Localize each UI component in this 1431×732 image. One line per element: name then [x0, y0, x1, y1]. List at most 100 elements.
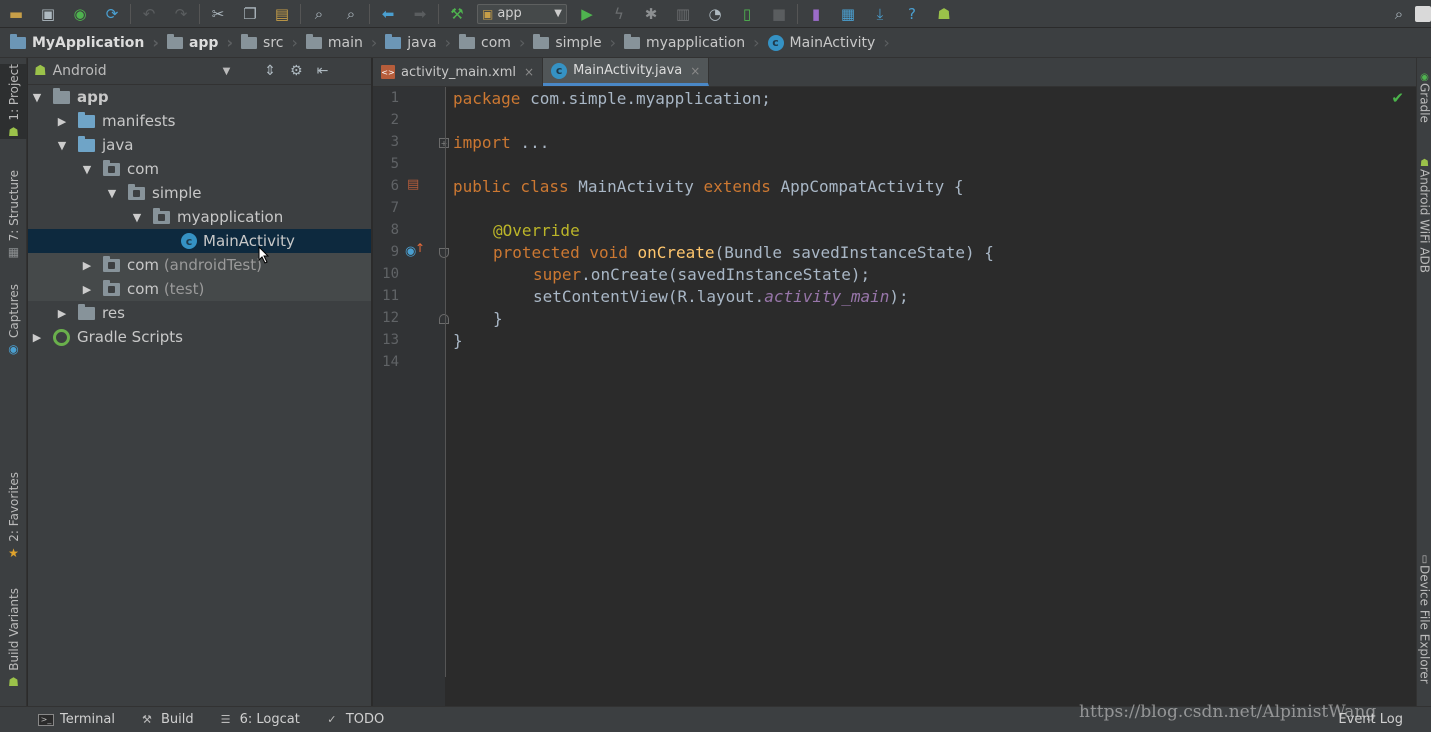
- avd-manager-icon[interactable]: ▮: [800, 2, 832, 26]
- expand-arrow-icon[interactable]: ▼: [56, 139, 68, 152]
- tree-item-com-test[interactable]: ▶ com (test): [28, 277, 371, 301]
- hide-panel-icon[interactable]: ⇤: [317, 63, 329, 79]
- gear-icon[interactable]: ⚙: [290, 63, 303, 79]
- tab-activity-main-xml[interactable]: <> activity_main.xml ×: [373, 58, 544, 86]
- package-icon: [103, 255, 120, 272]
- collapsed-arrow-icon[interactable]: ▶: [81, 259, 93, 272]
- project-view-select[interactable]: Android: [53, 63, 223, 79]
- breadcrumb-label: java: [407, 34, 437, 51]
- status-item-label: Build: [160, 712, 194, 727]
- help-icon[interactable]: ?: [896, 2, 928, 26]
- tab-structure[interactable]: 7: Structure ▦: [0, 170, 27, 259]
- back-icon[interactable]: ⬅: [372, 2, 404, 26]
- line-number: 10: [382, 266, 399, 282]
- breadcrumb-com[interactable]: com ›: [459, 33, 525, 52]
- collapsed-arrow-icon[interactable]: ▶: [56, 115, 68, 128]
- package-icon: [103, 279, 120, 296]
- source-folder-icon: [78, 135, 95, 152]
- expand-arrow-icon[interactable]: ▼: [131, 211, 143, 224]
- collapsed-arrow-icon[interactable]: ▶: [56, 307, 68, 320]
- cut-icon[interactable]: ✂: [202, 2, 234, 26]
- profile-icon[interactable]: ◔: [699, 2, 731, 26]
- breadcrumb-myapplication[interactable]: myapplication ›: [623, 33, 760, 52]
- tab-favorites[interactable]: 2: Favorites ★: [0, 472, 27, 560]
- paste-icon[interactable]: ▤: [266, 2, 298, 26]
- tab-mainactivity-java[interactable]: c MainActivity.java ×: [543, 58, 710, 86]
- redo-icon[interactable]: ↷: [165, 2, 197, 26]
- breadcrumb-class[interactable]: c MainActivity ›: [767, 33, 890, 52]
- breadcrumb-simple[interactable]: simple ›: [533, 33, 616, 52]
- tree-item-com-androidtest[interactable]: ▶ com (androidTest): [28, 253, 371, 277]
- refresh-icon[interactable]: ⟳: [96, 2, 128, 26]
- android-icon[interactable]: ☗: [928, 2, 960, 26]
- tree-item-com[interactable]: ▼ com: [28, 157, 371, 181]
- keyword: public class: [453, 177, 569, 196]
- forward-icon[interactable]: ➡: [404, 2, 436, 26]
- tree-item-gradle-scripts[interactable]: ▶ Gradle Scripts: [28, 325, 371, 349]
- project-structure-icon[interactable]: ▦: [832, 2, 864, 26]
- tab-android-wifi-adb[interactable]: ☗ Android WiFi ADB: [1417, 158, 1431, 273]
- undo-icon[interactable]: ↶: [133, 2, 165, 26]
- tree-item-label: app: [77, 88, 109, 106]
- tab-gradle[interactable]: ◉ Gradle: [1417, 72, 1431, 123]
- tree-item-myapplication[interactable]: ▼ myapplication: [28, 205, 371, 229]
- tree-item-app[interactable]: ▼ app: [28, 85, 371, 109]
- collapsed-arrow-icon[interactable]: ▶: [31, 331, 43, 344]
- code-editor[interactable]: 1 2 3 5 6 7 8 9 10 11 12 13 14 ▤ ◉ ↑ + ✔…: [373, 87, 1416, 706]
- replace-icon[interactable]: ⌕: [335, 2, 367, 26]
- expand-arrow-icon[interactable]: ▼: [81, 163, 93, 176]
- debug-icon[interactable]: ✱: [635, 2, 667, 26]
- code-text: ...: [510, 133, 550, 152]
- open-icon[interactable]: ▬: [0, 2, 32, 26]
- collapse-all-icon[interactable]: ⇕: [264, 63, 276, 79]
- layout-file-icon[interactable]: ▤: [407, 177, 419, 192]
- toolbar-divider: [199, 3, 200, 24]
- make-icon[interactable]: ⚒: [441, 2, 473, 26]
- copy-icon[interactable]: ❐: [234, 2, 266, 26]
- device-icon[interactable]: ▯: [731, 2, 763, 26]
- expand-arrow-icon[interactable]: ▼: [31, 91, 43, 104]
- sync-icon[interactable]: ◉: [64, 2, 96, 26]
- run-icon[interactable]: ▶: [571, 2, 603, 26]
- fold-collapse-icon[interactable]: [439, 248, 449, 258]
- terminal-button[interactable]: >_ Terminal: [38, 712, 115, 727]
- breadcrumb-src[interactable]: src ›: [241, 33, 298, 52]
- breadcrumb-module[interactable]: app ›: [166, 33, 233, 52]
- tab-device-file-explorer[interactable]: ▯ Device File Explorer: [1417, 554, 1431, 684]
- save-icon[interactable]: ▣: [32, 2, 64, 26]
- expand-arrow-icon[interactable]: ▼: [106, 187, 118, 200]
- tab-build-variants[interactable]: Build Variants ☗: [0, 588, 27, 689]
- apply-changes-icon[interactable]: ϟ: [603, 2, 635, 26]
- tab-project[interactable]: 1: Project ☗: [0, 64, 27, 139]
- tree-item-java[interactable]: ▼ java: [28, 133, 371, 157]
- tree-item-simple[interactable]: ▼ simple: [28, 181, 371, 205]
- fold-expand-icon[interactable]: +: [439, 138, 449, 148]
- close-icon[interactable]: ×: [690, 64, 700, 78]
- tree-item-manifests[interactable]: ▶ manifests: [28, 109, 371, 133]
- tab-label: Build Variants: [6, 588, 21, 671]
- tree-item-mainactivity[interactable]: c MainActivity: [28, 229, 371, 253]
- breadcrumb-java[interactable]: java ›: [385, 33, 451, 52]
- stop-icon[interactable]: ■: [763, 2, 795, 26]
- breadcrumb-project[interactable]: MyApplication ›: [10, 33, 159, 52]
- sdk-manager-icon[interactable]: ⤓: [864, 2, 896, 26]
- find-icon[interactable]: ⌕: [303, 2, 335, 26]
- fold-end-icon[interactable]: [439, 314, 449, 324]
- code-line: package com.simple.myapplication;: [453, 88, 771, 110]
- logcat-button[interactable]: ☰ 6: Logcat: [218, 712, 300, 727]
- search-icon[interactable]: ⌕: [1383, 2, 1415, 26]
- run-config-select[interactable]: ▣ app ▼: [477, 3, 567, 24]
- build-button[interactable]: ⚒ Build: [139, 712, 194, 727]
- tab-captures[interactable]: Captures ◉: [0, 284, 27, 356]
- close-icon[interactable]: ×: [524, 65, 534, 79]
- tree-item-res[interactable]: ▶ res: [28, 301, 371, 325]
- device-panel-icon[interactable]: [1415, 5, 1431, 22]
- attach-icon[interactable]: ▥: [667, 2, 699, 26]
- todo-button[interactable]: ✓ TODO: [324, 712, 384, 727]
- line-number: 13: [382, 332, 399, 348]
- breadcrumb-label: app: [188, 34, 219, 51]
- class-icon: c: [767, 34, 784, 51]
- breadcrumb-main[interactable]: main ›: [305, 33, 377, 52]
- chevron-down-icon[interactable]: ▼: [223, 66, 231, 77]
- collapsed-arrow-icon[interactable]: ▶: [81, 283, 93, 296]
